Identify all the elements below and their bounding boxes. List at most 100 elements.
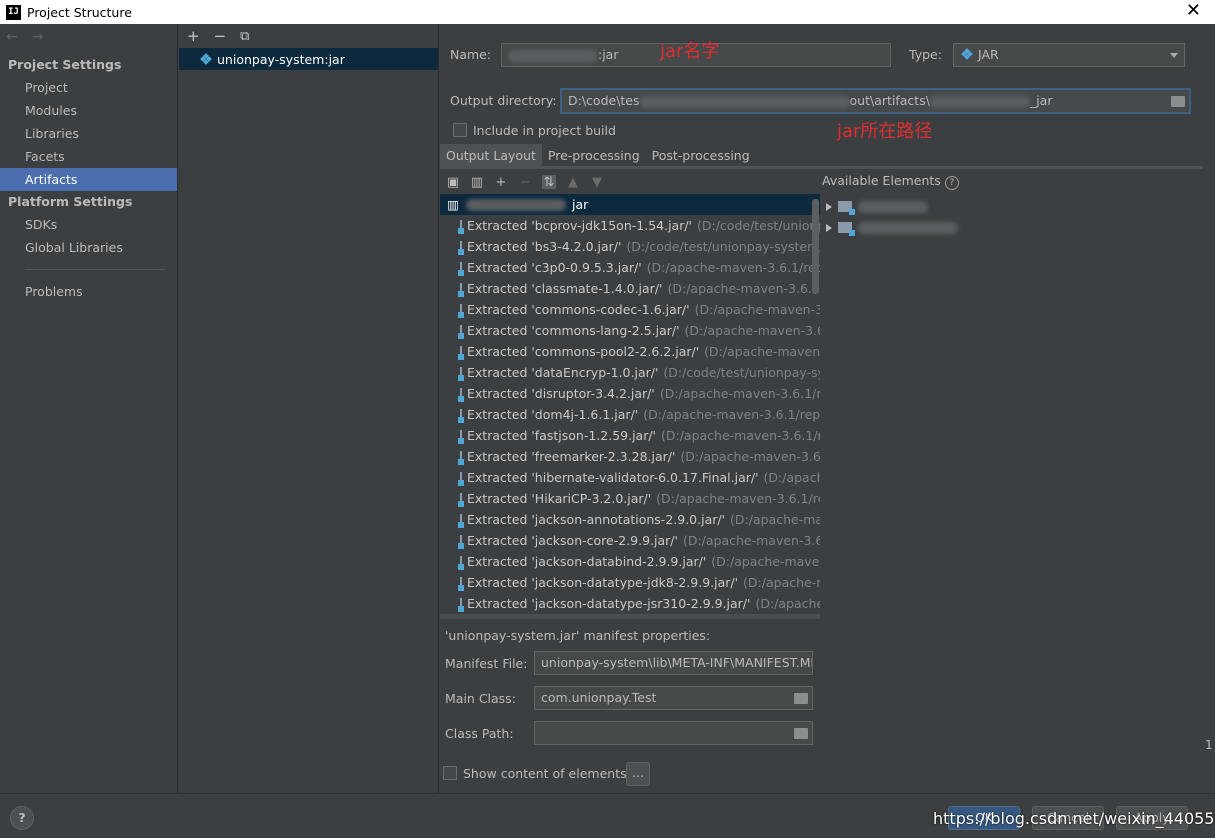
remove-icon[interactable]: −: [518, 175, 532, 190]
tree-row-name: Extracted 'classmate-1.4.0.jar/': [467, 281, 663, 296]
tree-row[interactable]: Extracted 'fastjson-1.2.59.jar/' (D:/apac…: [440, 425, 820, 446]
nav-item-artifacts[interactable]: Artifacts: [0, 168, 177, 191]
tree-row-path: (D:/apache-maven-3: [711, 554, 820, 569]
show-content-options-button[interactable]: ...: [626, 762, 650, 786]
main-class-field[interactable]: com.unionpay.Test: [534, 686, 813, 710]
horizontal-scrollbar[interactable]: [440, 614, 820, 619]
tree-row-name: Extracted 'disruptor-3.4.2.jar/': [467, 386, 655, 401]
extracted-jar-icon: [458, 366, 464, 381]
move-up-icon[interactable]: ▲: [566, 175, 580, 190]
folder-icon[interactable]: [1171, 96, 1185, 107]
vertical-scrollbar[interactable]: [812, 199, 819, 294]
tree-row-path: (D:/apache-maven-3.6.: [694, 302, 820, 317]
class-path-field[interactable]: [534, 721, 813, 745]
help-button[interactable]: ?: [10, 806, 34, 830]
extracted-jar-icon: [458, 555, 464, 570]
tree-row[interactable]: Extracted 'hibernate-validator-6.0.17.Fi…: [440, 467, 820, 488]
available-elements-label: Available Elements?: [822, 173, 959, 190]
tree-row[interactable]: Extracted 'dom4j-1.6.1.jar/' (D:/apache-m…: [440, 404, 820, 425]
tree-row-name: Extracted 'commons-codec-1.6.jar/': [467, 302, 690, 317]
new-directory-icon[interactable]: ▣: [446, 175, 460, 190]
intellij-icon: IJ: [6, 4, 21, 20]
tree-row-path: (D:/apache-maven-3.6.1/: [682, 533, 820, 548]
type-select[interactable]: JAR: [953, 43, 1185, 67]
tab-pre-processing[interactable]: Pre-processing: [542, 144, 646, 168]
expand-icon[interactable]: [826, 202, 832, 211]
edge-number: 1: [1205, 738, 1213, 752]
archive-icon[interactable]: ▥: [470, 175, 484, 190]
tree-row-name: Extracted 'jackson-datatype-jdk8-2.9.9.j…: [467, 575, 739, 590]
tree-row[interactable]: Extracted 'disruptor-3.4.2.jar/' (D:/apac…: [440, 383, 820, 404]
tree-row[interactable]: Extracted 'c3p0-0.9.5.3.jar/' (D:/apache-…: [440, 257, 820, 278]
watermark: https://blog.csdn.net/weixin_44055686: [933, 809, 1215, 828]
nav-item-facets[interactable]: Facets: [0, 145, 177, 168]
type-label: Type:: [909, 47, 942, 62]
tree-row[interactable]: Extracted 'classmate-1.4.0.jar/' (D:/apac…: [440, 278, 820, 299]
help-icon[interactable]: ?: [944, 176, 959, 190]
dialog-footer: ? OK Cancel Apply https://blog.csdn.net/…: [0, 793, 1215, 838]
nav-item-project[interactable]: Project: [0, 76, 177, 99]
tree-row[interactable]: Extracted 'commons-codec-1.6.jar/' (D:/ap…: [440, 299, 820, 320]
sort-icon[interactable]: ⇅: [542, 175, 556, 190]
copy-icon[interactable]: ⧉: [240, 29, 249, 44]
platform-settings-header: Platform Settings: [8, 194, 133, 209]
tree-row-name: Extracted 'dom4j-1.6.1.jar/': [467, 407, 639, 422]
remove-icon[interactable]: −: [214, 27, 227, 45]
tree-row[interactable]: Extracted 'bs3-4.2.0.jar/' (D:/code/test/…: [440, 236, 820, 257]
name-label: Name:: [450, 47, 492, 62]
extracted-jar-icon: [458, 513, 464, 528]
tree-row[interactable]: Extracted 'jackson-core-2.9.9.jar/' (D:/a…: [440, 530, 820, 551]
layout-toolbar: ▣ ▥ + − ⇅ ▲ ▼: [440, 171, 820, 193]
expand-icon[interactable]: [826, 223, 832, 232]
nav-item-global-libraries[interactable]: Global Libraries: [0, 236, 177, 259]
tree-row-path: (D:/apache-m: [755, 596, 820, 611]
back-arrow-icon[interactable]: ←: [6, 29, 18, 45]
tree-root-jar[interactable]: ▥ jar: [440, 194, 820, 215]
tree-row[interactable]: Extracted 'jackson-datatype-jdk8-2.9.9.j…: [440, 572, 820, 593]
tab-post-processing[interactable]: Post-processing: [646, 144, 756, 168]
tab-output-layout[interactable]: Output Layout: [440, 144, 542, 168]
nav-item-sdks[interactable]: SDKs: [0, 213, 177, 236]
tree-row-path: (D:/apache-maven-3.6.1/repo/c: [646, 260, 820, 275]
extracted-jar-icon: [458, 576, 464, 591]
include-in-build-checkbox[interactable]: [453, 123, 467, 137]
extracted-jar-icon: [458, 492, 464, 507]
folder-icon[interactable]: [794, 693, 808, 704]
available-element-row[interactable]: [822, 217, 1202, 238]
tree-row[interactable]: Extracted 'commons-lang-2.5.jar/' (D:/apa…: [440, 320, 820, 341]
tree-row-name: Extracted 'jackson-core-2.9.9.jar/': [467, 533, 678, 548]
tree-row[interactable]: Extracted 'HikariCP-3.2.0.jar/' (D:/apach…: [440, 488, 820, 509]
forward-arrow-icon[interactable]: →: [32, 29, 44, 45]
tree-row-path: (D:/apache-maven-3.6: [704, 344, 820, 359]
tree-row[interactable]: Extracted 'commons-pool2-2.6.2.jar/' (D:/…: [440, 341, 820, 362]
tree-row[interactable]: Extracted 'jackson-annotations-2.9.0.jar…: [440, 509, 820, 530]
tree-row[interactable]: Extracted 'bcprov-jdk15on-1.54.jar/' (D:/…: [440, 215, 820, 236]
manifest-file-field[interactable]: unionpay-system\lib\META-INF\MANIFEST.MF: [534, 651, 813, 675]
output-directory-field[interactable]: D:\code\tes out\artifacts\ _jar: [560, 88, 1191, 114]
tree-row[interactable]: Extracted 'jackson-datatype-jsr310-2.9.9…: [440, 593, 820, 614]
close-icon[interactable]: ✕: [1186, 0, 1201, 22]
title-bar: IJ Project Structure ✕: [0, 0, 1215, 24]
available-element-row[interactable]: [822, 196, 1202, 217]
show-content-checkbox[interactable]: [443, 766, 457, 780]
tree-row[interactable]: Extracted 'freemarker-2.3.28.jar/' (D:/ap…: [440, 446, 820, 467]
add-copy-icon[interactable]: +: [494, 175, 508, 190]
folder-icon[interactable]: [794, 728, 808, 739]
output-dir-label: Output directory:: [450, 93, 557, 108]
move-down-icon[interactable]: ▼: [590, 175, 604, 190]
nav-item-libraries[interactable]: Libraries: [0, 122, 177, 145]
artifact-list-panel: + − ⧉ unionpay-system:jar: [179, 24, 439, 793]
artifact-item[interactable]: unionpay-system:jar: [179, 48, 438, 70]
tree-row-path: (D:/apache-r: [763, 470, 820, 485]
module-folder-icon: [838, 222, 855, 236]
tree-row-name: Extracted 'freemarker-2.3.28.jar/': [467, 449, 676, 464]
name-annotation: jar名字: [660, 41, 720, 62]
tree-row[interactable]: Extracted 'dataEncryp-1.0.jar/' (D:/code/…: [440, 362, 820, 383]
tree-row[interactable]: Extracted 'jackson-databind-2.9.9.jar/' (…: [440, 551, 820, 572]
nav-item-modules[interactable]: Modules: [0, 99, 177, 122]
tree-row-name: Extracted 'jackson-databind-2.9.9.jar/': [467, 554, 707, 569]
nav-item-problems[interactable]: Problems: [0, 280, 177, 303]
tree-row-name: Extracted 'bs3-4.2.0.jar/': [467, 239, 622, 254]
add-icon[interactable]: +: [187, 27, 200, 45]
tree-row-path: (D:/code/test/unionpay-syste: [663, 365, 820, 380]
